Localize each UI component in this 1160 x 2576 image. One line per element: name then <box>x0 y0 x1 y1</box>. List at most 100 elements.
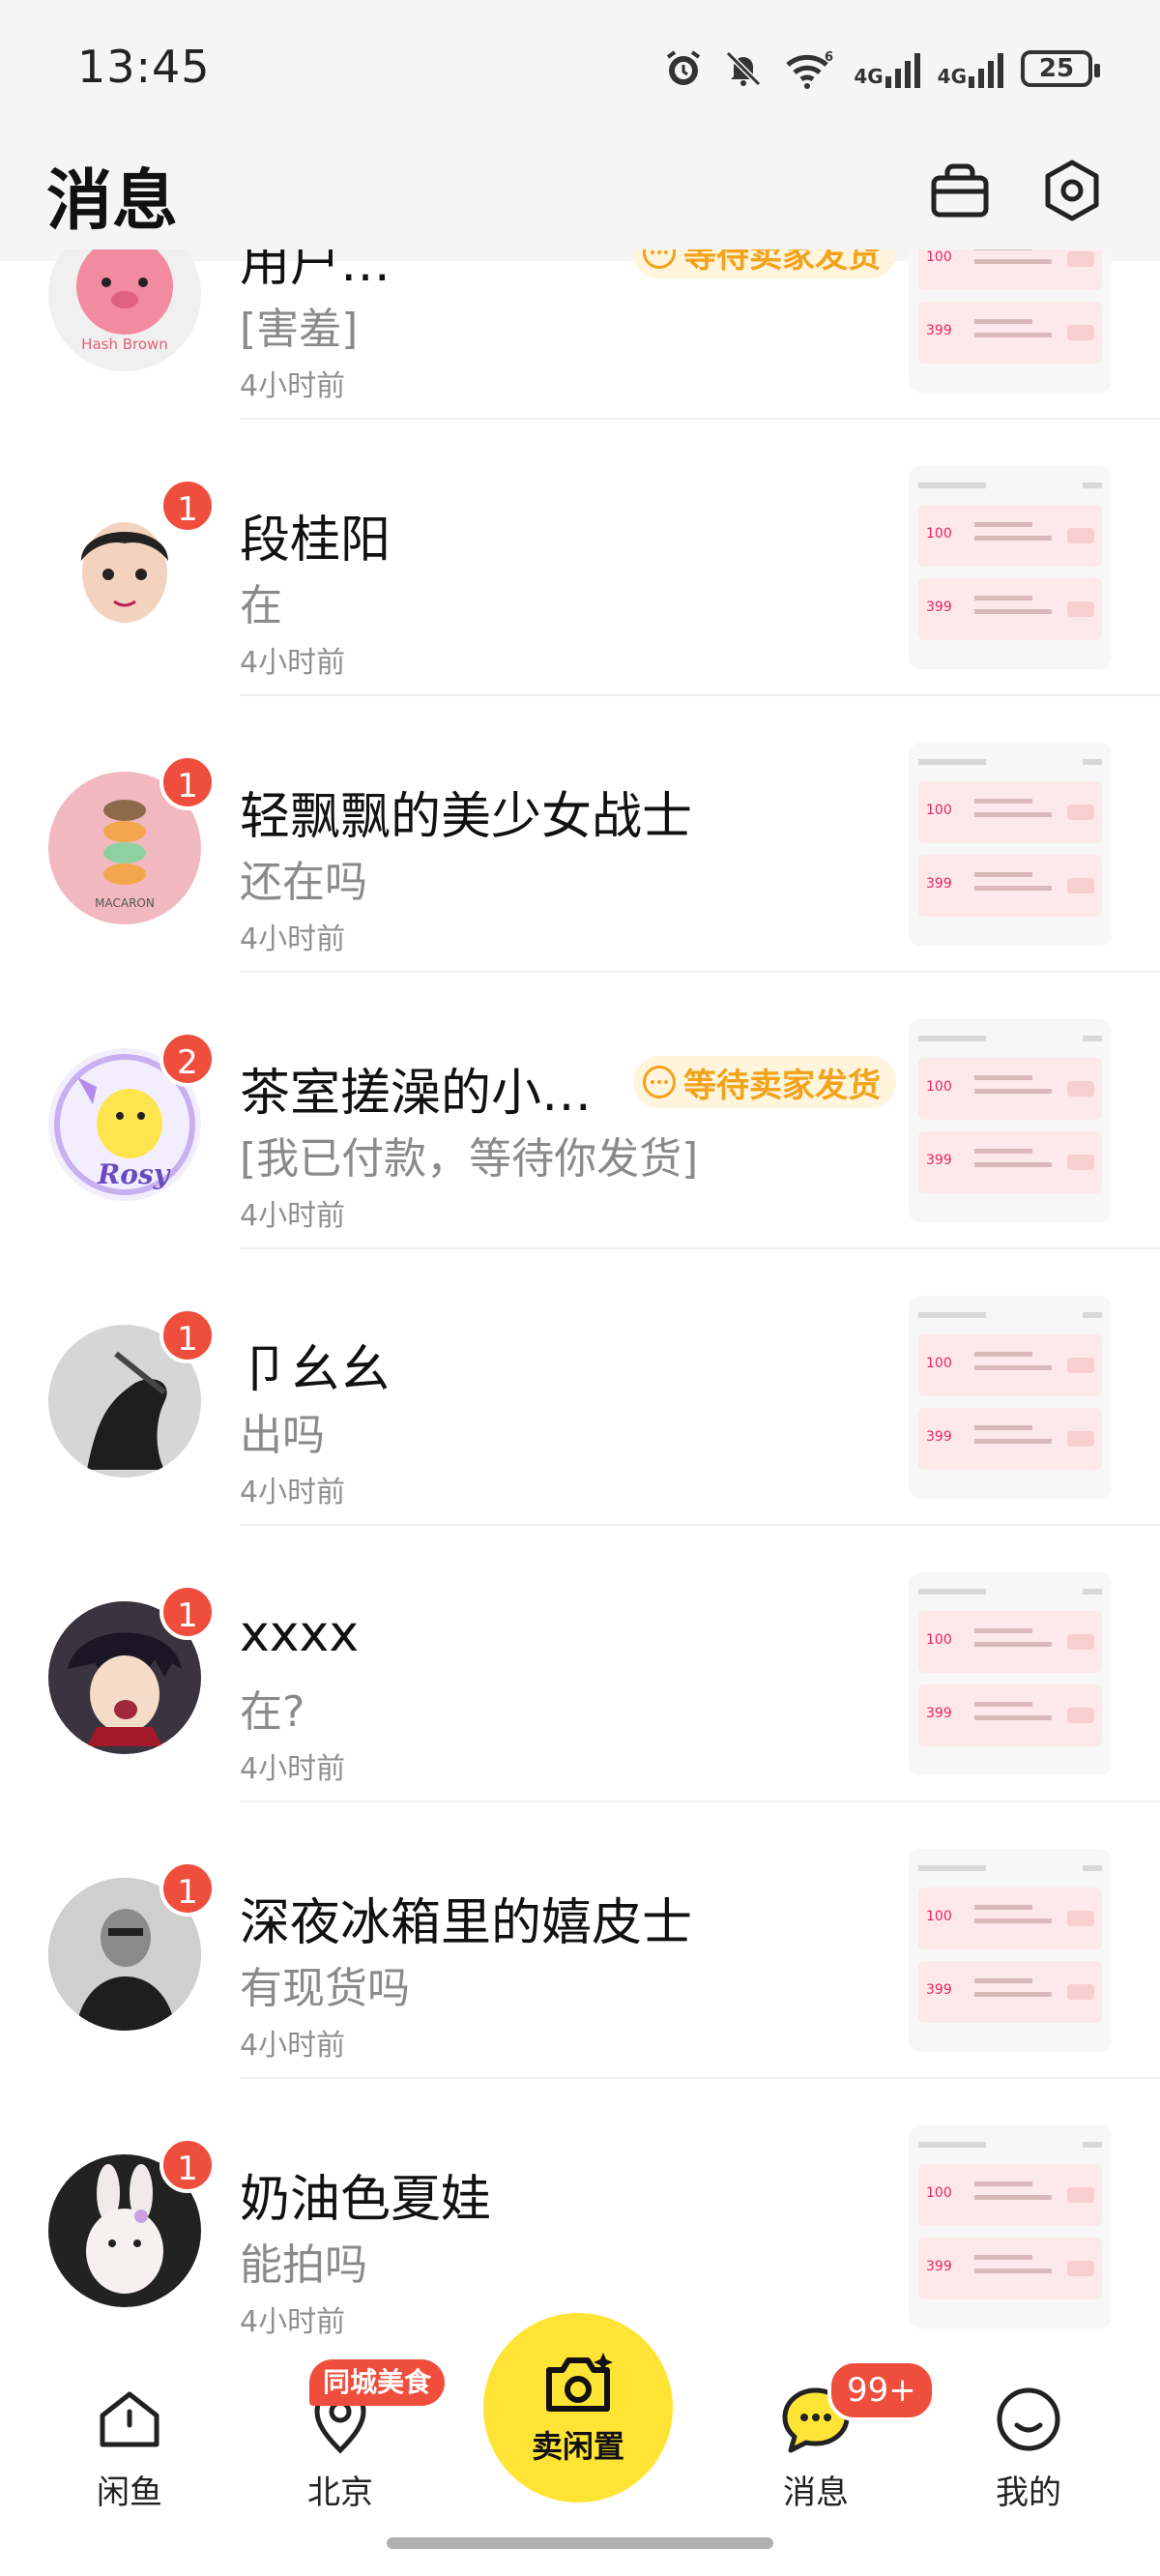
contact-name: 茶室搓澡的小… <box>240 1065 593 1123</box>
fish-home-icon <box>100 2391 160 2447</box>
item-thumbnail[interactable]: 100 399 <box>909 1572 1112 1775</box>
sell-item-button[interactable]: 卖闲置 <box>483 2313 673 2503</box>
contact-name: 卩幺幺 <box>240 1341 392 1399</box>
status-bar: 13:45 6 4G 4G 25 <box>0 0 1160 145</box>
conversation-row[interactable]: MACARON 1 轻飘飘的美少女战士 还在吗 4小时前 100 399 <box>0 696 1160 973</box>
order-status-tag: 等待卖家发货 <box>633 1056 896 1108</box>
last-message: 有现货吗 <box>240 1964 410 2013</box>
contact-name: 用户… <box>240 249 392 293</box>
thumb-price: 399 <box>926 1982 952 1998</box>
item-thumbnail[interactable]: 100 399 <box>909 249 1112 393</box>
network-type-2: 4G <box>937 65 967 88</box>
last-message: 在? <box>240 1687 305 1737</box>
conversation-row[interactable]: 1 深夜冰箱里的嬉皮士 有现货吗 4小时前 100 399 <box>0 1802 1160 2079</box>
signal-1: 4G <box>854 49 920 88</box>
message-time: 4小时前 <box>240 922 346 956</box>
message-time: 4小时前 <box>240 1752 346 1786</box>
unread-badge: 1 <box>160 1307 216 1363</box>
thumb-price: 100 <box>926 1909 952 1924</box>
item-thumbnail[interactable]: 100 399 <box>909 2125 1112 2328</box>
tab-city-label: 北京 <box>307 2474 373 2512</box>
contact-name: 段桂阳 <box>240 512 392 570</box>
page-title: 消息 <box>46 163 179 240</box>
svg-text:Rosy: Rosy <box>97 1158 171 1190</box>
thumb-price: 399 <box>926 1706 952 1721</box>
svg-text:Hash Brown: Hash Brown <box>81 336 168 353</box>
thumb-price: 100 <box>926 1079 952 1095</box>
home-indicator <box>387 2537 773 2549</box>
status-time: 13:45 <box>77 41 211 93</box>
unread-badge: 1 <box>160 1860 216 1917</box>
item-thumbnail[interactable]: 100 399 <box>909 1849 1112 2052</box>
conversation-row[interactable]: 1 段桂阳 在 4小时前 100 399 <box>0 420 1160 696</box>
order-status-tag: 等待卖家发货 <box>633 249 896 278</box>
tab-me-label: 我的 <box>996 2474 1061 2512</box>
more-dots-icon <box>643 1066 676 1098</box>
unread-badge: 1 <box>160 478 216 534</box>
conversation-row[interactable]: Hash Brown 用户… 等待卖家发货 [害羞] 4小时前 100 399 <box>0 249 1160 420</box>
thumb-price: 399 <box>926 876 952 892</box>
item-thumbnail[interactable]: 100 399 <box>909 743 1112 946</box>
shop-bag-button[interactable] <box>926 157 994 224</box>
unread-badge: 2 <box>160 1031 216 1087</box>
contact-name: 轻飘飘的美少女战士 <box>240 788 693 846</box>
tab-home[interactable]: 闲鱼 <box>72 2348 188 2513</box>
settings-hexagon-icon <box>1045 160 1099 221</box>
contact-name: 深夜冰箱里的嬉皮士 <box>240 1894 693 1952</box>
tab-messages-label: 消息 <box>783 2474 849 2512</box>
conversation-row[interactable]: 1 奶油色夏娃 能拍吗 4小时前 100 399 <box>0 2079 1160 2348</box>
thumb-price: 100 <box>926 2185 952 2201</box>
thumb-price: 399 <box>926 323 952 338</box>
battery-icon: 25 <box>1021 50 1100 87</box>
status-icons: 6 4G 4G 25 <box>662 44 1100 93</box>
conversation-list[interactable]: Hash Brown 用户… 等待卖家发货 [害羞] 4小时前 100 399 … <box>0 249 1160 2348</box>
message-time: 4小时前 <box>240 646 346 680</box>
camera-icon <box>546 2353 613 2412</box>
last-message: 在 <box>240 581 282 630</box>
signal-2: 4G <box>938 49 1003 88</box>
bag-icon <box>931 163 989 218</box>
wifi-icon: 6 <box>782 47 836 90</box>
city-promo-badge: 同城美食 <box>309 2359 446 2406</box>
unread-badge: 1 <box>160 754 216 810</box>
item-thumbnail[interactable]: 100 399 <box>909 1019 1112 1222</box>
last-message: [我已付款，等待你发货] <box>240 1134 699 1184</box>
network-type-1: 4G <box>854 65 884 88</box>
alarm-icon <box>662 47 705 90</box>
thumb-price: 100 <box>926 1356 952 1371</box>
last-message: 还在吗 <box>240 858 367 907</box>
thumb-price: 399 <box>926 1153 952 1168</box>
conversation-row[interactable]: Rosy 2 茶室搓澡的小… 等待卖家发货 [我已付款，等待你发货] 4小时前 … <box>0 973 1160 1249</box>
thumb-price: 100 <box>926 526 952 542</box>
thumb-price: 100 <box>926 1632 952 1648</box>
tab-me[interactable]: 我的 <box>971 2348 1087 2513</box>
sell-item-label: 卖闲置 <box>531 2428 624 2465</box>
settings-button[interactable] <box>1038 157 1106 224</box>
svg-text:MACARON: MACARON <box>95 896 155 910</box>
mute-bell-icon <box>722 47 765 90</box>
unread-badge: 1 <box>160 1584 216 1640</box>
last-message: [害羞] <box>240 305 359 354</box>
thumb-price: 100 <box>926 249 952 265</box>
more-dots-icon <box>643 249 676 269</box>
signal-bars-icon <box>969 49 1003 88</box>
conversation-row[interactable]: 1 xxxx 在? 4小时前 100 399 <box>0 1526 1160 1802</box>
item-thumbnail[interactable]: 100 399 <box>909 1296 1112 1499</box>
avatar: Hash Brown <box>48 249 201 371</box>
thumb-price: 399 <box>926 1429 952 1445</box>
tab-home-label: 闲鱼 <box>97 2474 162 2512</box>
thumb-price: 100 <box>926 803 952 818</box>
item-thumbnail[interactable]: 100 399 <box>909 466 1112 669</box>
conversation-row[interactable]: 1 卩幺幺 出吗 4小时前 100 399 <box>0 1249 1160 1526</box>
last-message: 能拍吗 <box>240 2240 367 2290</box>
message-time: 4小时前 <box>240 2305 346 2339</box>
svg-text:6: 6 <box>825 50 833 65</box>
battery-level: 25 <box>1038 54 1075 83</box>
unread-badge: 1 <box>160 2137 216 2193</box>
message-time: 4小时前 <box>240 2029 346 2063</box>
thumb-price: 399 <box>926 600 952 615</box>
signal-bars-icon <box>884 49 920 88</box>
contact-name: xxxx <box>240 1605 360 1663</box>
order-status-text: 等待卖家发货 <box>683 249 881 276</box>
smiley-icon <box>997 2387 1060 2451</box>
